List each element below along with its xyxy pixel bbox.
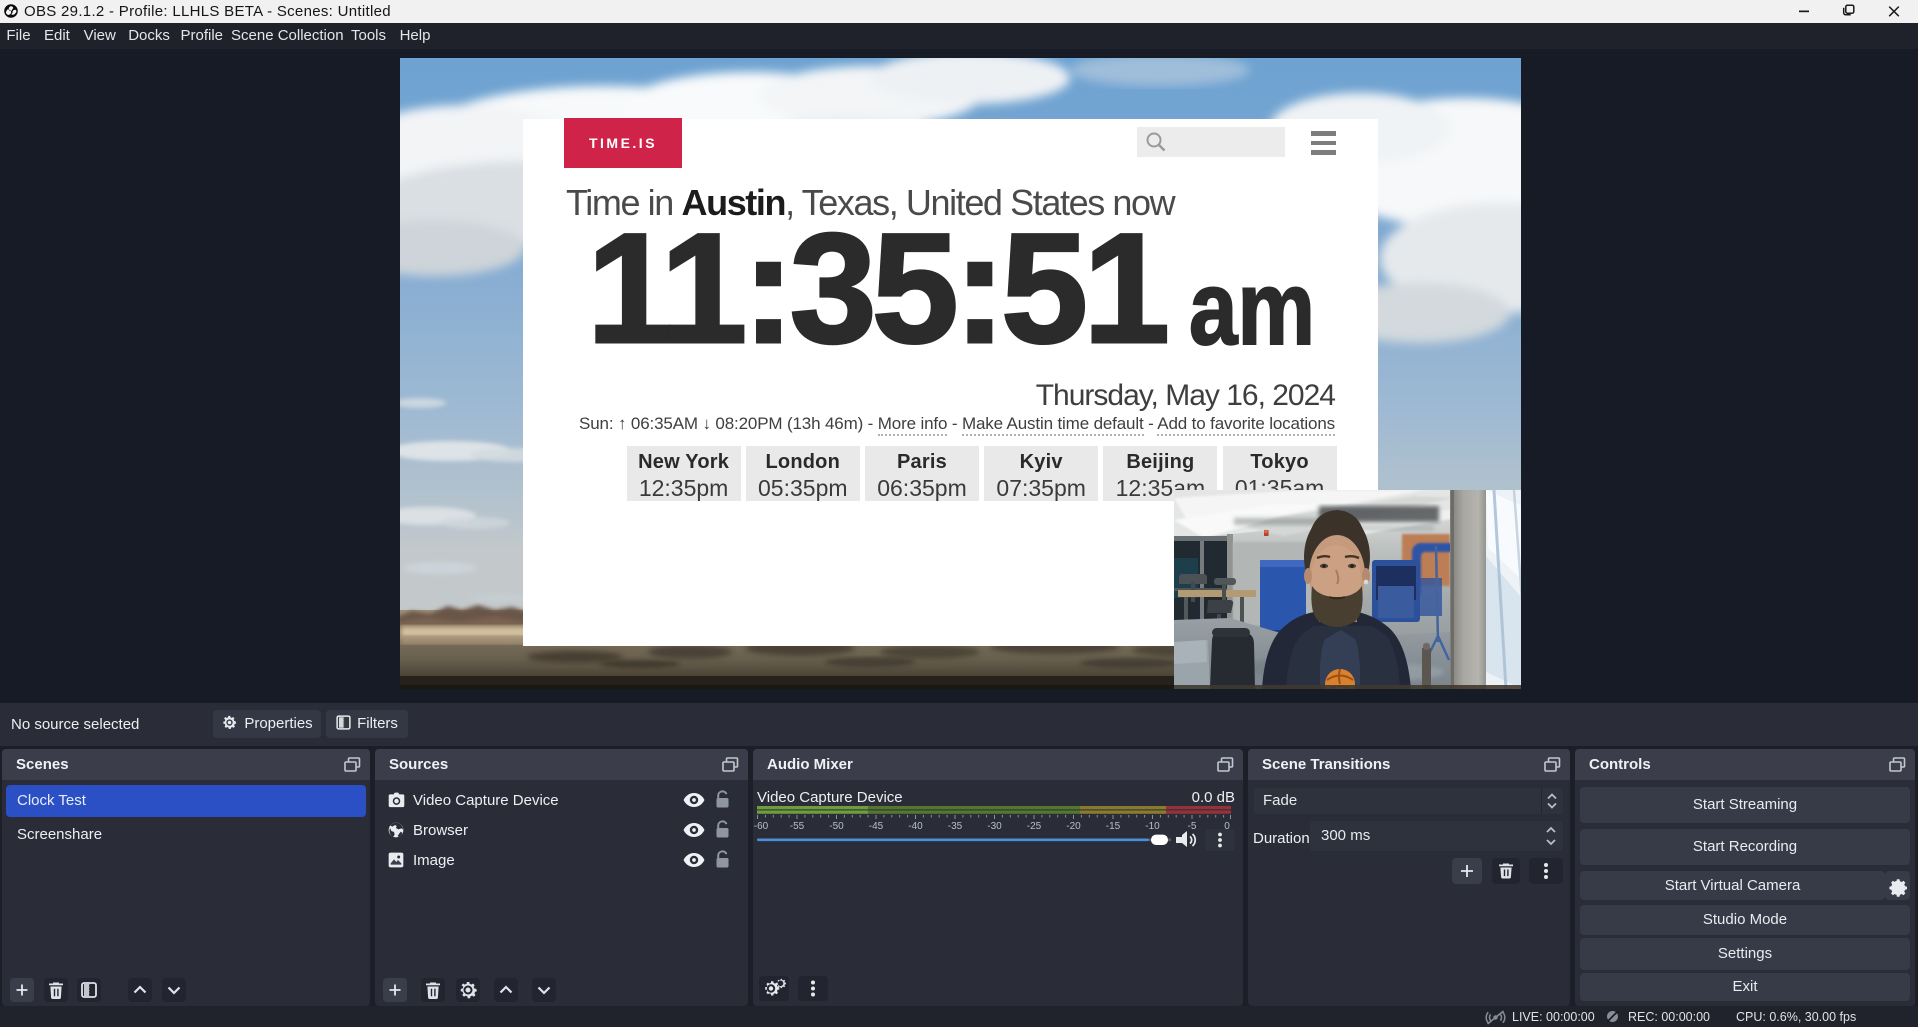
svg-text:-40: -40 xyxy=(908,821,923,832)
svg-text:-50: -50 xyxy=(829,821,844,832)
svg-text:-10: -10 xyxy=(1145,821,1160,832)
svg-text:-35: -35 xyxy=(948,821,963,832)
svg-text:-30: -30 xyxy=(987,821,1002,832)
svg-text:-20: -20 xyxy=(1066,821,1081,832)
svg-text:-15: -15 xyxy=(1106,821,1121,832)
svg-text:-25: -25 xyxy=(1027,821,1042,832)
svg-text:-45: -45 xyxy=(869,821,884,832)
svg-text:-60: -60 xyxy=(754,821,769,832)
svg-text:-5: -5 xyxy=(1188,821,1197,832)
svg-text:-55: -55 xyxy=(790,821,805,832)
